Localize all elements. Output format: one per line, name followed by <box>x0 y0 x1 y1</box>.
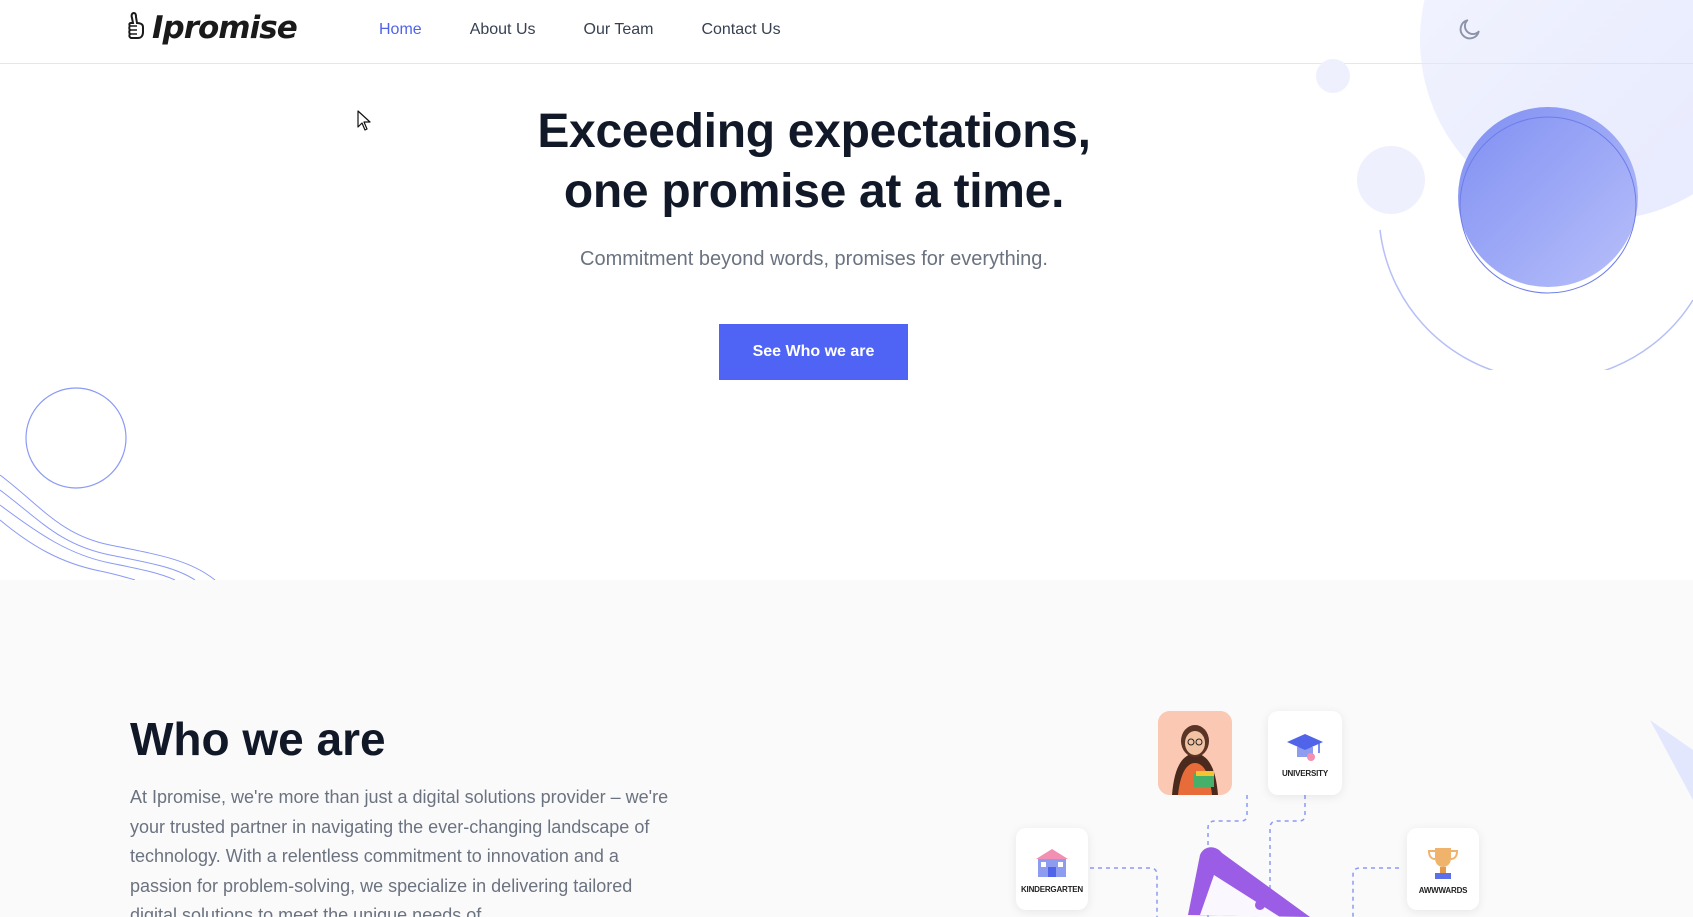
megaphone-icon <box>1188 847 1310 917</box>
school-building-icon <box>1036 848 1068 877</box>
hero-title: Exceeding expectations, one promise at a… <box>380 102 1248 222</box>
person-avatar-card <box>1158 711 1232 795</box>
moon-icon[interactable] <box>1457 16 1483 42</box>
thumbs-up-icon <box>128 11 144 39</box>
graduation-cap-icon <box>1287 733 1323 761</box>
see-who-we-are-button[interactable]: See Who we are <box>719 324 908 380</box>
who-we-are-title: Who we are <box>130 713 386 765</box>
university-label: UNIVERSITY <box>1281 768 1328 778</box>
person-avatar-icon <box>1158 711 1232 795</box>
mouse-cursor-icon <box>357 110 371 131</box>
university-card: UNIVERSITY <box>1268 711 1342 795</box>
nav-our-team[interactable]: Our Team <box>584 19 654 41</box>
who-we-are-text: At Ipromise, we're more than just a digi… <box>130 787 669 917</box>
decorative-waves-left <box>0 387 216 580</box>
brand-name: Ipromise <box>152 10 298 46</box>
brand-logo[interactable]: Ipromise <box>128 10 298 46</box>
who-we-are-section: Who we are At Ipromise, we're more than … <box>0 580 1693 917</box>
kindergarten-label: KINDERGARTEN <box>1020 884 1084 894</box>
awwwards-label: AWWWARDS <box>1418 885 1468 895</box>
nav-contact-us[interactable]: Contact Us <box>701 19 780 41</box>
nav-about-us[interactable]: About Us <box>470 19 536 41</box>
site-header: Ipromise Home About Us Our Team Contact … <box>0 0 1693 64</box>
trophy-icon <box>1427 847 1459 879</box>
connector-lines <box>1090 795 1400 917</box>
kindergarten-card: KINDERGARTEN <box>1016 828 1088 910</box>
hero-title-line-2: one promise at a time. <box>563 165 1065 218</box>
awwwards-card: AWWWARDS <box>1407 828 1479 910</box>
main-nav: Home About Us Our Team Contact Us <box>379 19 781 41</box>
hero-subtitle: Commitment beyond words, promises for ev… <box>580 248 1048 270</box>
nav-home[interactable]: Home <box>379 19 422 41</box>
decorative-triangle-right <box>1650 720 1693 800</box>
hero-title-line-1: Exceeding expectations, <box>537 105 1091 158</box>
